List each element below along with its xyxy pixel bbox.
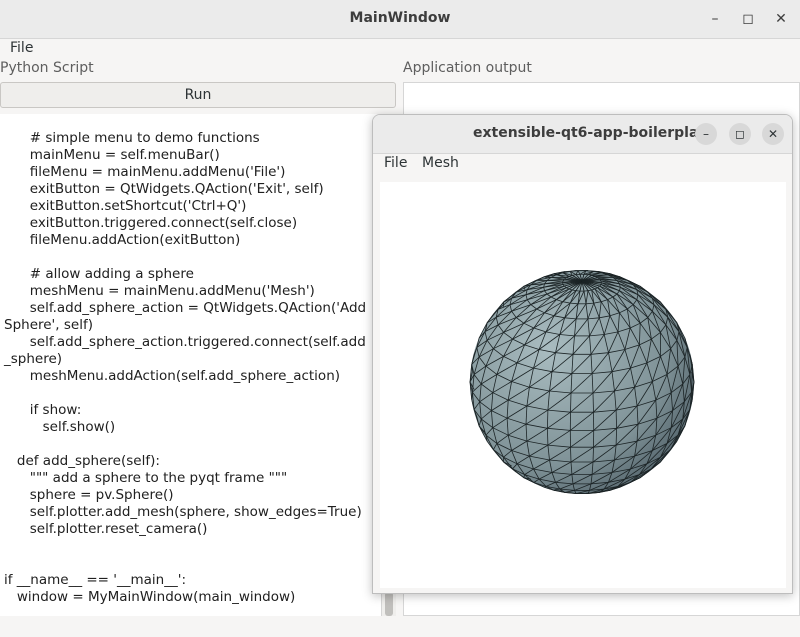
child-menu-file[interactable]: File (384, 155, 407, 171)
code-line: exitButton = QtWidgets.QAction('Exit', s… (4, 181, 324, 197)
code-line: fileMenu = mainMenu.addMenu('File') (4, 164, 286, 180)
main-menubar: File (0, 39, 800, 59)
code-line: fileMenu.addAction(exitButton) (4, 232, 241, 248)
code-line: # simple menu to demo functions (4, 130, 260, 146)
main-window-titlebar: MainWindow – ◻ ✕ (0, 0, 800, 39)
close-icon[interactable]: ✕ (771, 9, 791, 29)
child-window-titlebar: extensible-qt6-app-boilerplate – ◻ ✕ (373, 115, 792, 154)
code-line: # allow adding a sphere (4, 266, 194, 282)
mesh-edge (592, 447, 594, 463)
code-line: if __name__ == '__main__': (4, 572, 186, 588)
code-line: self.add_sphere_action.triggered.connect… (4, 334, 366, 350)
code-line: meshMenu.addAction(self.add_sphere_actio… (4, 368, 341, 384)
mesh-edge (570, 447, 572, 463)
code-line: if show: (4, 402, 82, 418)
code-line: exitButton.setShortcut('Ctrl+Q') (4, 198, 247, 214)
mesh-edge (547, 428, 549, 446)
minimize-icon[interactable]: – (705, 9, 725, 29)
minimize-icon[interactable]: – (695, 123, 717, 145)
plot-canvas[interactable] (380, 182, 786, 588)
menu-file[interactable]: File (10, 40, 33, 56)
child-menu-mesh[interactable]: Mesh (422, 155, 459, 171)
python-script-label: Python Script (0, 60, 94, 76)
sphere-render (469, 270, 695, 495)
maximize-icon[interactable]: ◻ (729, 123, 751, 145)
code-line: self.add_sphere_action = QtWidgets.QActi… (4, 300, 367, 316)
code-line: self.show() (4, 419, 116, 435)
code-line: exitButton.triggered.connect(self.close) (4, 215, 298, 231)
code-line: mainMenu = self.menuBar() (4, 147, 220, 163)
maximize-icon[interactable]: ◻ (738, 9, 758, 29)
code-line: """ add a sphere to the pyqt frame """ (4, 470, 288, 486)
code-line: self.plotter.reset_camera() (4, 521, 208, 537)
run-button[interactable]: Run (0, 82, 396, 108)
mesh-edge (570, 392, 572, 413)
window-title: MainWindow (349, 10, 451, 26)
code-line: meshMenu = mainMenu.addMenu('Mesh') (4, 283, 315, 299)
close-icon[interactable]: ✕ (762, 123, 784, 145)
scrollbar-thumb[interactable] (385, 592, 393, 616)
child-window: extensible-qt6-app-boilerplate – ◻ ✕ Fil… (372, 114, 793, 594)
child-window-title: extensible-qt6-app-boilerplate (473, 125, 715, 141)
code-editor[interactable]: # simple menu to demo functions mainMenu… (0, 114, 381, 616)
code-line: self.plotter.add_mesh(sphere, show_edges… (4, 504, 362, 520)
code-line: _sphere) (4, 351, 63, 367)
code-line: sphere = pv.Sphere() (4, 487, 174, 503)
mesh-edge (547, 410, 549, 429)
mesh-edge (615, 428, 617, 446)
code-line: window = MyMainWindow(main_window) (4, 589, 296, 605)
code-line: def add_sphere(self): (4, 453, 160, 469)
code-line: Sphere', self) (4, 317, 93, 333)
mesh-edge (592, 392, 594, 413)
application-output-label: Application output (403, 60, 532, 76)
mesh-edge (615, 410, 617, 429)
